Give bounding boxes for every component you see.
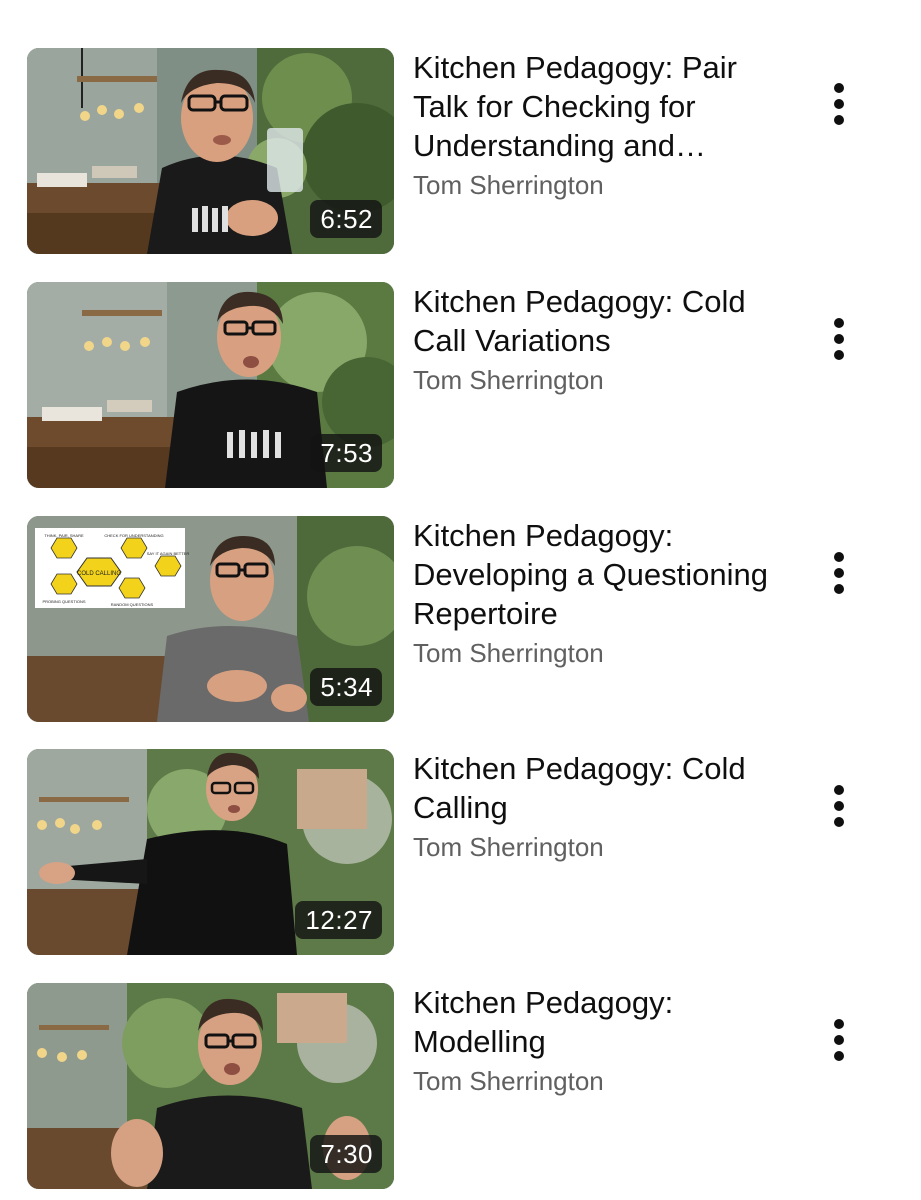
slide-center-label: COLD CALLING xyxy=(77,571,121,577)
more-vert-icon[interactable] xyxy=(818,83,860,135)
video-thumbnail[interactable]: 7:30 xyxy=(27,983,394,1189)
more-vert-icon[interactable] xyxy=(818,552,860,604)
video-thumbnail[interactable]: 12:27 xyxy=(27,749,394,955)
video-meta: Kitchen Pedagogy: Cold Calling Tom Sherr… xyxy=(413,749,793,864)
video-thumbnail[interactable]: COLD CALLING THINK, PAIR, SHARE CHECK FO… xyxy=(27,516,394,722)
video-duration: 7:30 xyxy=(310,1135,382,1173)
video-duration: 7:53 xyxy=(310,434,382,472)
channel-name[interactable]: Tom Sherrington xyxy=(413,363,793,397)
slide-tile-label: THINK, PAIR, SHARE xyxy=(44,533,84,538)
channel-name[interactable]: Tom Sherrington xyxy=(413,636,793,670)
video-item[interactable]: COLD CALLING THINK, PAIR, SHARE CHECK FO… xyxy=(0,516,921,726)
video-thumbnail[interactable]: 6:52 xyxy=(27,48,394,254)
video-title[interactable]: Kitchen Pedagogy: Pair Talk for Checking… xyxy=(413,48,793,165)
video-item[interactable]: 12:27 Kitchen Pedagogy: Cold Calling Tom… xyxy=(0,749,921,959)
channel-name[interactable]: Tom Sherrington xyxy=(413,168,793,202)
video-item[interactable]: 6:52 Kitchen Pedagogy: Pair Talk for Che… xyxy=(0,48,921,258)
more-vert-icon[interactable] xyxy=(818,1019,860,1071)
video-thumbnail[interactable]: 7:53 xyxy=(27,282,394,488)
video-title[interactable]: Kitchen Pedagogy: Cold Calling xyxy=(413,749,793,827)
slide-tile-label: CHECK FOR UNDERSTANDING xyxy=(104,533,163,538)
channel-name[interactable]: Tom Sherrington xyxy=(413,1064,793,1098)
video-duration: 5:34 xyxy=(310,668,382,706)
video-meta: Kitchen Pedagogy: Cold Call Variations T… xyxy=(413,282,793,397)
video-item[interactable]: 7:30 Kitchen Pedagogy: Modelling Tom She… xyxy=(0,983,921,1193)
more-vert-icon[interactable] xyxy=(818,318,860,370)
video-meta: Kitchen Pedagogy: Pair Talk for Checking… xyxy=(413,48,793,202)
more-vert-icon[interactable] xyxy=(818,785,860,837)
slide-tile-label: RANDOM QUESTIONS xyxy=(111,602,154,607)
video-duration: 12:27 xyxy=(295,901,382,939)
slide-tile-label: SAY IT AGAIN BETTER xyxy=(147,551,190,556)
video-duration: 6:52 xyxy=(310,200,382,238)
channel-name[interactable]: Tom Sherrington xyxy=(413,830,793,864)
video-list: 6:52 Kitchen Pedagogy: Pair Talk for Che… xyxy=(0,0,921,1200)
video-meta: Kitchen Pedagogy: Modelling Tom Sherring… xyxy=(413,983,793,1098)
video-title[interactable]: Kitchen Pedagogy: Cold Call Variations xyxy=(413,282,793,360)
video-item[interactable]: 7:53 Kitchen Pedagogy: Cold Call Variati… xyxy=(0,282,921,492)
video-title[interactable]: Kitchen Pedagogy: Developing a Questioni… xyxy=(413,516,793,633)
slide-tile-label: PROBING QUESTIONS xyxy=(42,599,85,604)
video-meta: Kitchen Pedagogy: Developing a Questioni… xyxy=(413,516,793,670)
video-title[interactable]: Kitchen Pedagogy: Modelling xyxy=(413,983,793,1061)
